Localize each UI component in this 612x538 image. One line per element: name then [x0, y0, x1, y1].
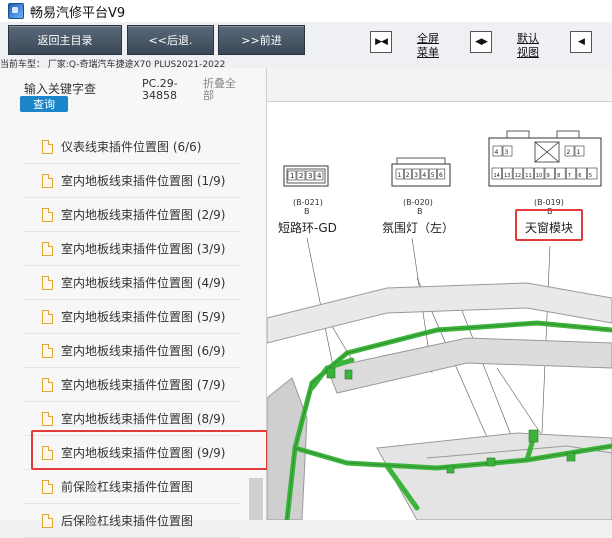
document-icon [42, 139, 53, 154]
selection-highlight [31, 430, 268, 470]
document-icon [42, 309, 53, 324]
document-icon [42, 513, 53, 528]
pin-label: 5 [589, 173, 592, 179]
pin-label: 4 [495, 149, 499, 156]
query-button[interactable]: 查询 [20, 96, 68, 112]
pin-label: 3 [505, 149, 509, 156]
pin-label: 1 [290, 172, 294, 180]
list-item-label: 室内地板线束插件位置图 (5/9) [61, 310, 226, 324]
pin-label: 14 [494, 173, 500, 179]
list-item[interactable]: 室内地板线束插件位置图 (7/9) [24, 368, 240, 402]
document-icon [42, 241, 53, 256]
document-icon [42, 411, 53, 426]
pin-label: 6 [439, 172, 443, 179]
list-item-label: 前保险杠线束插件位置图 [61, 480, 194, 494]
pin-label: 13 [504, 173, 510, 179]
pin-label: 6 [578, 173, 581, 179]
connector-b019-drawing: 43 21 14 13 12 11 10 9 8 7 6 5 [488, 130, 602, 187]
list-item-label: 室内地板线束插件位置图 (4/9) [61, 276, 226, 290]
list-item[interactable]: 室内地板线束插件位置图 (3/9) [24, 232, 240, 266]
back-to-main-button[interactable]: 返回主目录 [8, 25, 122, 55]
collapse-all-button[interactable]: 折叠全部 [203, 78, 243, 102]
connector-code-text: B-019 [537, 198, 561, 207]
pin-label: 4 [422, 172, 426, 179]
search-input[interactable]: 输入关键字查 [24, 80, 96, 97]
list-item[interactable]: 室内地板线束插件位置图 (2/9) [24, 198, 240, 232]
connector-code-text: B-020 [406, 198, 430, 207]
pin-label: 9 [547, 173, 550, 179]
forward-button[interactable]: >>前进 [218, 25, 305, 55]
list-item[interactable]: 仪表线束插件位置图 (6/6) [24, 130, 240, 164]
document-icon [42, 377, 53, 392]
app-logo-icon [8, 3, 24, 19]
connector-b021-drawing: 1 2 3 4 [283, 165, 329, 187]
list-item-label: 室内地板线束插件位置图 (7/9) [61, 378, 226, 392]
list-item[interactable]: 室内地板线束插件位置图 (6/9) [24, 334, 240, 368]
pc-code: PC.29-34858 [142, 77, 178, 102]
list-item-label: 后保险杠线束插件位置图 [61, 514, 194, 528]
pin-label: 2 [299, 172, 303, 180]
wiring-diagram: 1 2 3 4 123456 4321 14 13 12 11 10 9 8 7 6 5 [267, 130, 612, 520]
panel-toggle-icon[interactable]: ◀ [570, 31, 592, 53]
connector-name[interactable]: 短路环-GD [278, 219, 337, 236]
connector-code: (B-019) [534, 198, 564, 207]
window-title: 畅易汽修平台V9 [30, 5, 126, 21]
tree-list: 仪表线束插件位置图 (6/6) 室内地板线束插件位置图 (1/9) 室内地板线束… [24, 130, 240, 538]
document-icon [42, 173, 53, 188]
document-icon [42, 343, 53, 358]
list-item[interactable]: 室内地板线束插件位置图 (1/9) [24, 164, 240, 198]
list-item-label: 室内地板线束插件位置图 (6/9) [61, 344, 226, 358]
fullscreen-menu-link[interactable]: 全屏 菜单 [414, 32, 442, 60]
connector-code: (B-020) [403, 198, 433, 207]
list-item[interactable]: 室内地板线束插件位置图 (4/9) [24, 266, 240, 300]
pin-label: 7 [568, 173, 571, 179]
pin-label: 2 [567, 149, 571, 156]
document-icon [42, 479, 53, 494]
pin-label: 12 [515, 173, 521, 179]
pin-label: 5 [431, 172, 435, 179]
left-panel-scrollbar[interactable] [249, 478, 263, 520]
pin-label: 8 [557, 173, 560, 179]
title-bar: 畅易汽修平台V9 [0, 0, 612, 23]
connector-highlight [515, 209, 583, 241]
default-view-link[interactable]: 默认 视图 [514, 32, 542, 60]
fullscreen-toggle-icon[interactable]: ▶◀ [370, 31, 392, 53]
pin-label: 1 [398, 172, 402, 179]
diagram-viewer[interactable]: 1 2 3 4 123456 4321 14 13 12 11 10 9 8 7 6 5 [267, 68, 612, 520]
connector-code: (B-021) [293, 198, 323, 207]
connector-name[interactable]: 氛围灯（左） [382, 219, 454, 236]
default-view-icon[interactable]: ◀▶ [470, 31, 492, 53]
list-item-label: 仪表线束插件位置图 (6/6) [61, 140, 202, 154]
list-item-label: 室内地板线束插件位置图 (3/9) [61, 242, 226, 256]
list-item[interactable]: 室内地板线束插件位置图 (5/9) [24, 300, 240, 334]
connector-letter: B [417, 207, 423, 216]
document-icon [42, 207, 53, 222]
pin-label: 1 [577, 149, 581, 156]
pin-label: 4 [317, 172, 322, 180]
list-item[interactable]: 前保险杠线束插件位置图 [24, 470, 240, 504]
pin-label: 3 [308, 172, 312, 180]
back-button[interactable]: <<后退. [127, 25, 214, 55]
connector-letter: B [304, 207, 310, 216]
list-item-label: 室内地板线束插件位置图 (8/9) [61, 412, 226, 426]
list-item-label: 室内地板线束插件位置图 (1/9) [61, 174, 226, 188]
pin-label: 2 [406, 172, 410, 179]
pin-label: 3 [414, 172, 418, 179]
document-icon [42, 275, 53, 290]
list-item[interactable]: 后保险杠线束插件位置图 [24, 504, 240, 538]
pin-label: 11 [525, 173, 531, 179]
list-item-label: 室内地板线束插件位置图 (2/9) [61, 208, 226, 222]
connector-code-text: B-021 [296, 198, 320, 207]
connector-b020-drawing: 123456 [391, 157, 451, 187]
pin-label: 10 [536, 173, 542, 179]
